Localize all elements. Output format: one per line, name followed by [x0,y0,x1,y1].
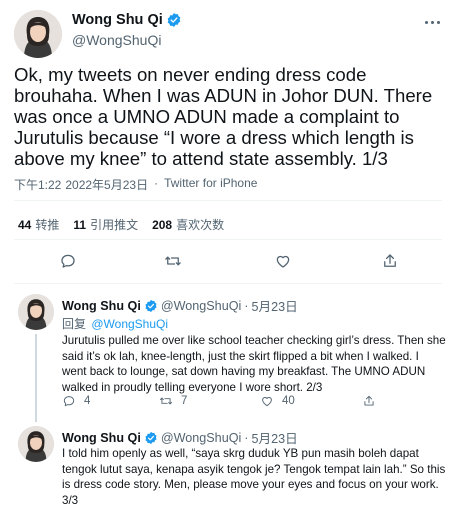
reply-count: 4 [84,395,91,407]
quote-stat[interactable]: 11 引用推文 [73,216,138,233]
retweet-icon[interactable] [160,248,186,274]
tweet-actions: 4 7 40 [62,394,442,414]
avatar[interactable] [18,294,54,330]
reply-header: Wong Shu Qi @WongShuQi · 5月23日 [62,428,298,447]
like-icon[interactable] [270,248,296,274]
tweet-actions [0,248,456,276]
display-name[interactable]: Wong Shu Qi [72,12,182,28]
reply-tweet[interactable]: Wong Shu Qi @WongShuQi · 5月23日 回复 @WongS… [0,294,456,424]
like-icon [262,397,272,407]
divider [14,200,442,201]
retweet-button[interactable]: 7 [159,394,187,408]
tweet-text: Ok, my tweets on never ending dress code… [14,64,433,169]
reply-header: Wong Shu Qi @WongShuQi · 5月23日 [62,296,298,315]
verified-badge-icon [144,299,158,313]
tweet-source[interactable]: Twitter for iPhone [164,176,257,193]
meta-separator: · [154,176,159,190]
tweet-date[interactable]: 5月23日 [252,296,298,315]
handle[interactable]: @WongShuQi [161,431,241,445]
reply-icon[interactable] [55,248,81,274]
tweet-text: Jurutulis pulled me over like school tea… [62,334,446,394]
divider [14,239,442,240]
handle[interactable]: @WongShuQi [161,299,241,313]
avatar[interactable] [18,426,54,462]
replying-to-link[interactable]: @WongShuQi [91,317,168,331]
share-icon [364,395,374,406]
share-icon[interactable] [377,248,403,274]
tweet-stats: 44 转推 11 引用推文 208 喜欢次数 [18,216,224,233]
tweet-time[interactable]: 下午1:22 [14,176,61,193]
meta-separator: · [244,430,249,445]
retweet-count: 7 [181,395,188,407]
tweet-date[interactable]: 2022年5月23日 [65,176,148,193]
retweet-stat[interactable]: 44 转推 [18,216,59,233]
more-icon[interactable] [422,14,442,30]
tweet-thread: Wong Shu Qi @WongShuQi Ok, my tweets on … [0,0,456,511]
reply-tweet[interactable]: Wong Shu Qi @WongShuQi · 5月23日 I told hi… [0,426,456,511]
verified-badge-icon [144,431,158,445]
share-button[interactable] [362,394,376,408]
replying-to: 回复 @WongShuQi [62,315,168,332]
tweet-meta: 下午1:22 2022年5月23日 · Twitter for iPhone [14,176,257,193]
reply-button[interactable]: 4 [62,394,90,408]
verified-badge-icon [166,12,182,28]
divider [14,283,442,284]
display-name-text[interactable]: Wong Shu Qi [72,12,163,28]
tweet-date[interactable]: 5月23日 [252,428,298,447]
thread-line [35,334,37,422]
meta-separator: · [244,298,249,313]
display-name[interactable]: Wong Shu Qi [62,431,141,445]
retweet-icon [159,397,173,405]
like-count: 40 [282,395,295,407]
reply-icon [63,396,75,407]
like-button[interactable]: 40 [260,394,295,408]
avatar[interactable] [14,10,62,58]
replying-to-label: 回复 [62,317,87,331]
tweet-text: I told him openly as well, “saya skrg du… [62,447,446,507]
display-name[interactable]: Wong Shu Qi [62,299,141,313]
handle[interactable]: @WongShuQi [72,32,161,48]
like-stat[interactable]: 208 喜欢次数 [152,216,224,233]
